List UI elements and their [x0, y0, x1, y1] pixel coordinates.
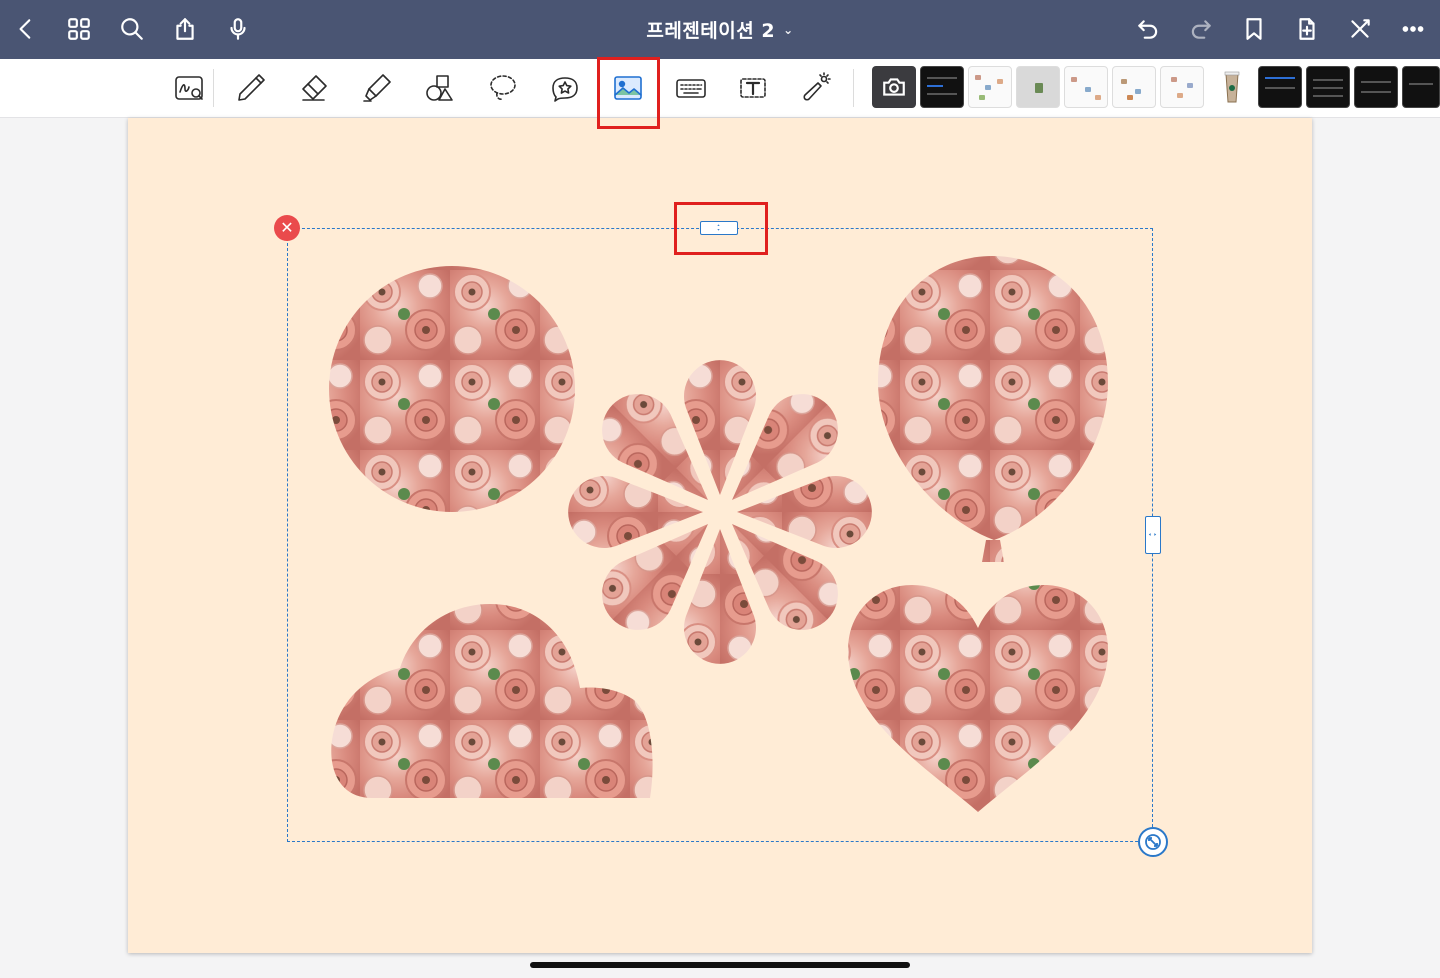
selection-bounding-box[interactable]	[287, 228, 1153, 842]
add-page-icon[interactable]	[1290, 12, 1324, 46]
highlighter-icon[interactable]	[352, 65, 402, 111]
horizontal-resize-handle[interactable]	[1145, 516, 1161, 554]
share-icon[interactable]	[168, 12, 202, 46]
document-title: 프레젠테이션 2	[646, 20, 776, 42]
image-tool-highlight	[597, 57, 660, 129]
back-chevron-icon[interactable]	[9, 12, 43, 46]
recent-image-thumbnail[interactable]	[1112, 66, 1156, 108]
laser-pointer-icon[interactable]	[791, 65, 841, 111]
grid-icon[interactable]	[62, 12, 96, 46]
document-title-area: 프레젠테이션 2 ⌄	[0, 0, 1440, 59]
eraser-icon[interactable]	[289, 65, 339, 111]
top-navigation-bar: 프레젠테이션 2 ⌄	[0, 0, 1440, 59]
keyboard-icon[interactable]	[666, 65, 716, 111]
bookmark-icon[interactable]	[1237, 12, 1271, 46]
home-indicator[interactable]	[530, 962, 910, 968]
rotate-icon	[1145, 834, 1161, 850]
pen-icon[interactable]	[226, 65, 276, 111]
camera-icon[interactable]	[872, 66, 916, 108]
document-title-button[interactable]: 프레젠테이션 2 ⌄	[646, 16, 793, 43]
drawing-toolbar	[0, 59, 1440, 118]
shapes-icon[interactable]	[415, 65, 465, 111]
recent-image-thumbnail[interactable]	[1016, 66, 1060, 108]
recent-image-thumbnail[interactable]	[1258, 66, 1302, 108]
recent-image-thumbnail[interactable]	[920, 66, 964, 108]
redo-icon[interactable]	[1184, 12, 1218, 46]
sticker-icon[interactable]	[540, 65, 590, 111]
lasso-icon[interactable]	[478, 65, 528, 111]
microphone-icon[interactable]	[221, 12, 255, 46]
recent-image-thumbnail[interactable]	[1160, 66, 1204, 108]
recent-image-thumbnail[interactable]	[1064, 66, 1108, 108]
more-icon[interactable]	[1396, 12, 1430, 46]
recent-image-thumbnail[interactable]	[1354, 66, 1398, 108]
rotate-scale-handle[interactable]	[1138, 827, 1168, 857]
toolbar-divider	[853, 69, 854, 107]
handwriting-zoom-icon[interactable]	[164, 65, 214, 111]
toolbar-divider	[213, 69, 214, 107]
recent-image-thumbnail[interactable]	[1306, 66, 1350, 108]
close-pen-icon[interactable]	[1343, 12, 1377, 46]
delete-selection-handle[interactable]: ✕	[274, 215, 300, 241]
resize-handle-highlight	[674, 202, 768, 255]
text-box-icon[interactable]	[728, 65, 778, 111]
coffee-cup-thumbnail[interactable]	[1210, 66, 1254, 108]
undo-icon[interactable]	[1131, 12, 1165, 46]
search-icon[interactable]	[115, 12, 149, 46]
recent-image-thumbnail[interactable]	[1402, 66, 1440, 108]
recent-image-thumbnail[interactable]	[968, 66, 1012, 108]
chevron-down-icon: ⌄	[783, 22, 794, 37]
close-icon: ✕	[280, 218, 294, 237]
